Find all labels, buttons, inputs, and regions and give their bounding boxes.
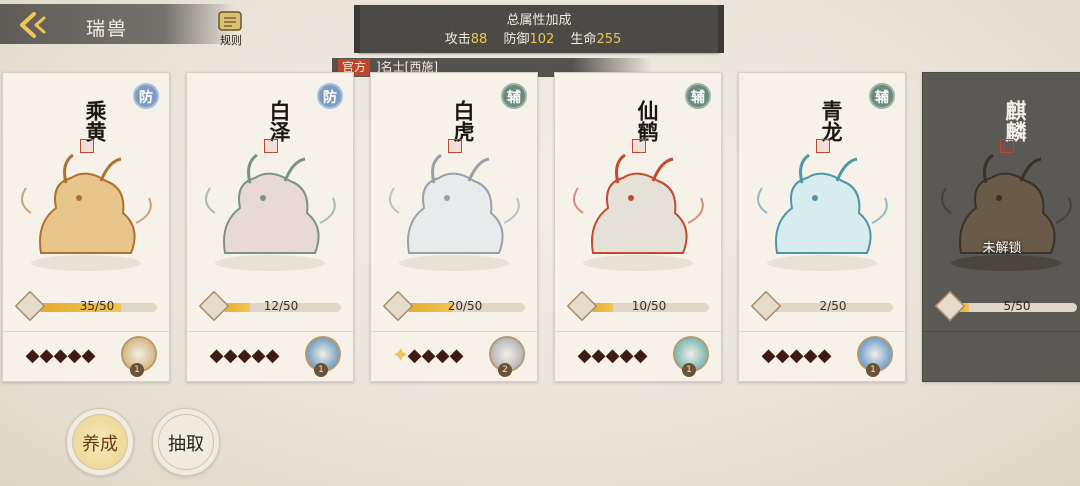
card-divider xyxy=(371,331,537,332)
star-rating: ◆ ◆ ◆ ◆ ◆ xyxy=(761,345,832,366)
role-badge: 辅 xyxy=(685,83,711,109)
defense-label: 防御 xyxy=(503,32,530,47)
star-empty-icon: ◆ xyxy=(25,345,40,366)
beast-card[interactable]: 乘黄防 35/50 ◆ ◆ ◆ ◆ ◆ 1 xyxy=(2,72,170,382)
back-button[interactable] xyxy=(14,10,50,40)
role-badge: 防 xyxy=(317,83,343,109)
star-empty-icon: ◆ xyxy=(577,345,592,366)
card-divider xyxy=(923,331,1080,332)
star-rating: ◆ ◆ ◆ ◆ ◆ xyxy=(25,345,96,366)
rules-label: 规则 xyxy=(220,34,242,47)
draw-label: 抽取 xyxy=(168,434,204,455)
beast-card[interactable]: 青龙辅 2/50 ◆ ◆ ◆ ◆ ◆ 1 xyxy=(738,72,906,382)
beast-card[interactable]: 麒麟 未解锁 5/50 xyxy=(922,72,1080,382)
star-empty-icon: ◆ xyxy=(591,345,606,366)
defense-value: 102 xyxy=(529,32,555,47)
draw-button[interactable]: 抽取 xyxy=(152,408,220,476)
attack-label: 攻击 xyxy=(444,32,471,47)
star-empty-icon: ◆ xyxy=(817,345,832,366)
progress-text: 20/50 xyxy=(447,299,483,313)
progress-text: 35/50 xyxy=(79,299,115,313)
hp-value: 255 xyxy=(596,32,622,47)
skill-level: 1 xyxy=(682,363,696,377)
star-empty-icon: ◆ xyxy=(223,345,238,366)
fragment-progress: 2/50 xyxy=(750,290,899,322)
star-empty-icon: ◆ xyxy=(421,345,436,366)
card-divider xyxy=(555,331,721,332)
skill-level: 1 xyxy=(314,363,328,377)
fragment-progress: 10/50 xyxy=(566,290,715,322)
star-empty-icon: ◆ xyxy=(251,345,266,366)
page-title: 瑞兽 xyxy=(86,18,129,40)
beast-illustration xyxy=(573,153,704,271)
progress-text: 5/50 xyxy=(1003,299,1031,313)
beast-card[interactable]: 白虎辅 20/50 ✦ ◆ ◆ ◆ ◆ 2 xyxy=(370,72,538,382)
card-divider xyxy=(739,331,905,332)
fragment-progress: 35/50 xyxy=(14,290,163,322)
star-empty-icon: ◆ xyxy=(775,345,790,366)
star-filled-icon: ✦ xyxy=(393,345,409,366)
card-divider xyxy=(3,331,169,332)
star-empty-icon: ◆ xyxy=(53,345,68,366)
role-badge: 防 xyxy=(133,83,159,109)
cultivate-button[interactable]: 养成 xyxy=(66,408,134,476)
star-empty-icon: ◆ xyxy=(605,345,620,366)
header-banner: 瑞兽 xyxy=(0,4,235,44)
fragment-progress: 20/50 xyxy=(382,290,531,322)
star-empty-icon: ◆ xyxy=(237,345,252,366)
star-empty-icon: ◆ xyxy=(619,345,634,366)
star-empty-icon: ◆ xyxy=(803,345,818,366)
skill-level: 1 xyxy=(130,363,144,377)
beast-illustration xyxy=(941,153,1072,271)
star-empty-icon: ◆ xyxy=(265,345,280,366)
skill-level: 2 xyxy=(498,363,512,377)
locked-label: 未解锁 xyxy=(982,241,1022,256)
progress-text: 12/50 xyxy=(263,299,299,313)
cultivate-label: 养成 xyxy=(82,434,118,455)
beast-illustration xyxy=(389,153,520,271)
skill-level: 1 xyxy=(866,363,880,377)
role-badge: 辅 xyxy=(869,83,895,109)
chevron-left-icon xyxy=(20,12,46,38)
star-empty-icon: ◆ xyxy=(39,345,54,366)
star-empty-icon: ◆ xyxy=(633,345,648,366)
star-empty-icon: ◆ xyxy=(81,345,96,366)
star-empty-icon: ◆ xyxy=(789,345,804,366)
progress-text: 2/50 xyxy=(819,299,847,313)
hp-label: 生命 xyxy=(570,32,597,47)
fragment-progress: 12/50 xyxy=(198,290,347,322)
beast-card[interactable]: 白泽防 12/50 ◆ ◆ ◆ ◆ ◆ 1 xyxy=(186,72,354,382)
attribute-bonus-panel: 总属性加成 攻击88 防御102 生命255 xyxy=(354,5,724,53)
star-empty-icon: ◆ xyxy=(449,345,464,366)
bonus-stats: 攻击88 防御102 生命255 xyxy=(358,28,720,47)
fragment-progress: 5/50 xyxy=(934,290,1080,322)
star-empty-icon: ◆ xyxy=(407,345,422,366)
beast-illustration xyxy=(757,153,888,271)
beast-illustration xyxy=(21,153,152,271)
star-rating: ◆ ◆ ◆ ◆ ◆ xyxy=(577,345,648,366)
progress-text: 10/50 xyxy=(631,299,667,313)
star-empty-icon: ◆ xyxy=(209,345,224,366)
attack-value: 88 xyxy=(470,32,488,47)
star-empty-icon: ◆ xyxy=(67,345,82,366)
card-divider xyxy=(187,331,353,332)
star-empty-icon: ◆ xyxy=(761,345,776,366)
beast-card[interactable]: 仙鹤辅 10/50 ◆ ◆ ◆ ◆ ◆ 1 xyxy=(554,72,722,382)
beast-illustration xyxy=(205,153,336,271)
bonus-title: 总属性加成 xyxy=(506,13,572,28)
star-empty-icon: ◆ xyxy=(435,345,450,366)
rules-button[interactable]: 规则 xyxy=(213,10,249,47)
star-rating: ◆ ◆ ◆ ◆ ◆ xyxy=(209,345,280,366)
star-rating: ✦ ◆ ◆ ◆ ◆ xyxy=(393,346,463,366)
role-badge: 辅 xyxy=(501,83,527,109)
